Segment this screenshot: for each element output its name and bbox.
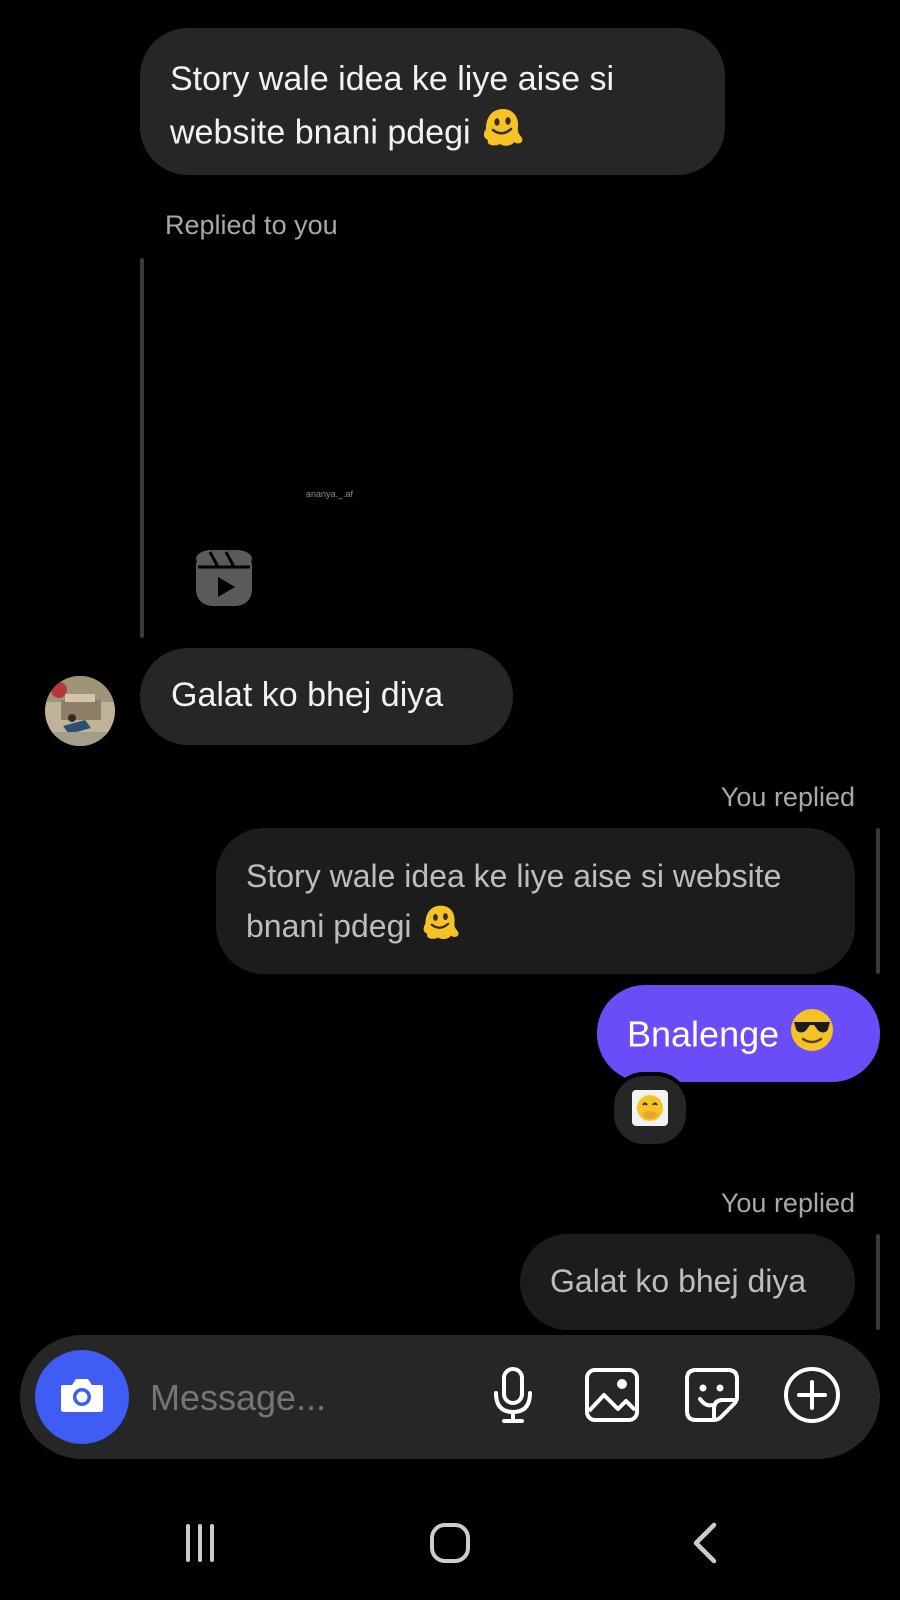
camera-icon (59, 1375, 105, 1420)
outgoing-message-bubble[interactable]: Bnalenge (597, 985, 880, 1082)
melting-face-emoji (480, 105, 524, 164)
sticker-icon (684, 1367, 740, 1428)
recents-icon (180, 1523, 220, 1568)
gallery-icon (584, 1367, 640, 1428)
sticker-button[interactable] (682, 1367, 742, 1427)
quoted-text-line-1: Story wale idea ke liye aise si website (246, 858, 782, 894)
reply-quote-bar (876, 1234, 880, 1330)
face-with-hand-over-mouth-emoji (630, 1088, 670, 1133)
message-text: Galat ko bhej diya (171, 676, 444, 714)
recents-button[interactable] (170, 1515, 230, 1575)
more-options-button[interactable] (782, 1366, 842, 1429)
gallery-button[interactable] (582, 1367, 642, 1427)
message-text-line-2: website bnani pdegi (170, 105, 695, 164)
quoted-text-line-2: bnani pdegi (246, 901, 825, 956)
melting-face-emoji (420, 902, 460, 956)
incoming-message-bubble[interactable]: Galat ko bhej diya (140, 648, 513, 745)
message-text: Bnalenge (627, 1013, 780, 1055)
reply-quote-bar (140, 258, 144, 638)
microphone-icon (491, 1366, 535, 1429)
quoted-message-bubble[interactable]: Story wale idea ke liye aise si website … (216, 828, 855, 974)
reply-quote-bar (876, 828, 880, 974)
back-icon (690, 1521, 720, 1570)
quoted-message-bubble[interactable]: Galat ko bhej diya (520, 1234, 855, 1330)
reel-username: ananya._.af (306, 489, 354, 499)
reply-meta-label: Replied to you (165, 210, 338, 240)
message-reaction[interactable] (610, 1072, 690, 1148)
message-text-line-1: Story wale idea ke liye aise si (170, 60, 615, 98)
shared-reel-preview[interactable]: ananya._.af (158, 258, 498, 638)
incoming-message-bubble[interactable]: Story wale idea ke liye aise si website … (140, 28, 725, 175)
microphone-button[interactable] (483, 1366, 543, 1429)
avatar[interactable] (45, 676, 115, 746)
message-input[interactable] (148, 1367, 452, 1429)
sunglasses-emoji (789, 1007, 835, 1067)
quoted-text: Galat ko bhej diya (550, 1263, 807, 1299)
reply-meta-label: You replied (720, 1188, 855, 1218)
home-button[interactable] (420, 1515, 480, 1575)
message-composer (20, 1335, 880, 1459)
camera-button[interactable] (35, 1350, 129, 1444)
plus-circle-icon (783, 1366, 841, 1429)
reels-icon (196, 550, 252, 606)
reply-meta-label: You replied (720, 782, 855, 812)
home-icon (428, 1521, 472, 1570)
back-button[interactable] (675, 1515, 735, 1575)
